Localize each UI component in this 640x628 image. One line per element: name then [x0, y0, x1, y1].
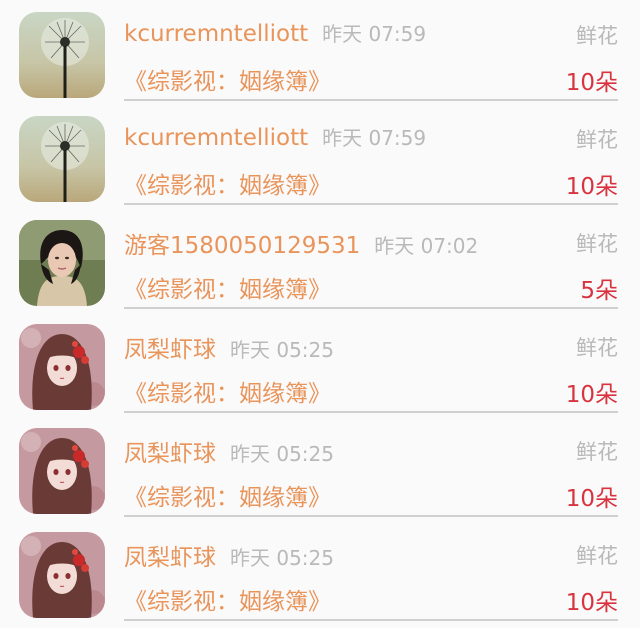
gift-amount: 10朵 [565, 382, 618, 408]
gift-type: 鲜花 [576, 336, 618, 360]
username-text: kcurremntelliott [124, 125, 309, 151]
username: 凤梨虾球 昨天 05:25 [124, 538, 334, 572]
gift-amount: 10朵 [565, 486, 618, 512]
book-title[interactable]: 《综影视：姻缘簿》 [124, 374, 331, 408]
username: kcurremntelliott 昨天 07:59 [124, 122, 426, 151]
timestamp: 昨天 05:25 [230, 338, 334, 362]
anime-girl-avatar-icon[interactable] [19, 324, 105, 410]
timestamp: 昨天 05:25 [230, 442, 334, 466]
gift-amount: 10朵 [565, 70, 618, 96]
timestamp: 昨天 05:25 [230, 546, 334, 570]
divider [124, 307, 618, 309]
dandelion-avatar-icon[interactable] [19, 116, 105, 202]
gift-list: kcurremntelliott 昨天 07:59 鲜花 《综影视：姻缘簿》 10… [0, 0, 640, 628]
username: 游客1580050129531 昨天 07:02 [124, 226, 478, 260]
username: 凤梨虾球 昨天 05:25 [124, 434, 334, 468]
book-title[interactable]: 《综影视：姻缘簿》 [124, 62, 331, 96]
book-title[interactable]: 《综影视：姻缘簿》 [124, 582, 331, 616]
gift-type: 鲜花 [576, 24, 618, 48]
anime-girl-avatar-icon[interactable] [19, 532, 105, 618]
list-item[interactable]: kcurremntelliott 昨天 07:59 鲜花 《综影视：姻缘簿》 10… [0, 0, 640, 105]
username-text: 凤梨虾球 [124, 337, 216, 363]
username: 凤梨虾球 昨天 05:25 [124, 330, 334, 364]
divider [124, 411, 618, 413]
gift-amount: 5朵 [580, 278, 618, 304]
username-text: kcurremntelliott [124, 21, 309, 47]
gift-amount: 10朵 [565, 174, 618, 200]
anime-girl-avatar-icon[interactable] [19, 428, 105, 514]
list-item[interactable]: 游客1580050129531 昨天 07:02 鲜花 《综影视：姻缘簿》 5朵 [0, 208, 640, 313]
username: kcurremntelliott 昨天 07:59 [124, 18, 426, 47]
username-text: 游客1580050129531 [124, 233, 361, 259]
list-item[interactable]: 凤梨虾球 昨天 05:25 鲜花 《综影视：姻缘簿》 10朵 [0, 312, 640, 417]
dandelion-avatar-icon[interactable] [19, 12, 105, 98]
timestamp: 昨天 07:59 [322, 22, 427, 46]
gift-type: 鲜花 [576, 440, 618, 464]
list-item[interactable]: 凤梨虾球 昨天 05:25 鲜花 《综影视：姻缘簿》 10朵 [0, 520, 640, 625]
book-title[interactable]: 《综影视：姻缘簿》 [124, 166, 331, 200]
list-item[interactable]: kcurremntelliott 昨天 07:59 鲜花 《综影视：姻缘簿》 10… [0, 104, 640, 209]
timestamp: 昨天 07:59 [322, 126, 427, 150]
book-title[interactable]: 《综影视：姻缘簿》 [124, 270, 331, 304]
divider [124, 99, 618, 101]
gift-type: 鲜花 [576, 544, 618, 568]
username-text: 凤梨虾球 [124, 545, 216, 571]
list-item[interactable]: 凤梨虾球 昨天 05:25 鲜花 《综影视：姻缘簿》 10朵 [0, 416, 640, 521]
divider [124, 203, 618, 205]
timestamp: 昨天 07:02 [374, 234, 479, 258]
book-title[interactable]: 《综影视：姻缘簿》 [124, 478, 331, 512]
divider [124, 619, 618, 621]
username-text: 凤梨虾球 [124, 441, 216, 467]
gift-amount: 10朵 [565, 590, 618, 616]
gift-type: 鲜花 [576, 128, 618, 152]
gift-type: 鲜花 [576, 232, 618, 256]
woman-photo-avatar-icon[interactable] [19, 220, 105, 306]
divider [124, 515, 618, 517]
